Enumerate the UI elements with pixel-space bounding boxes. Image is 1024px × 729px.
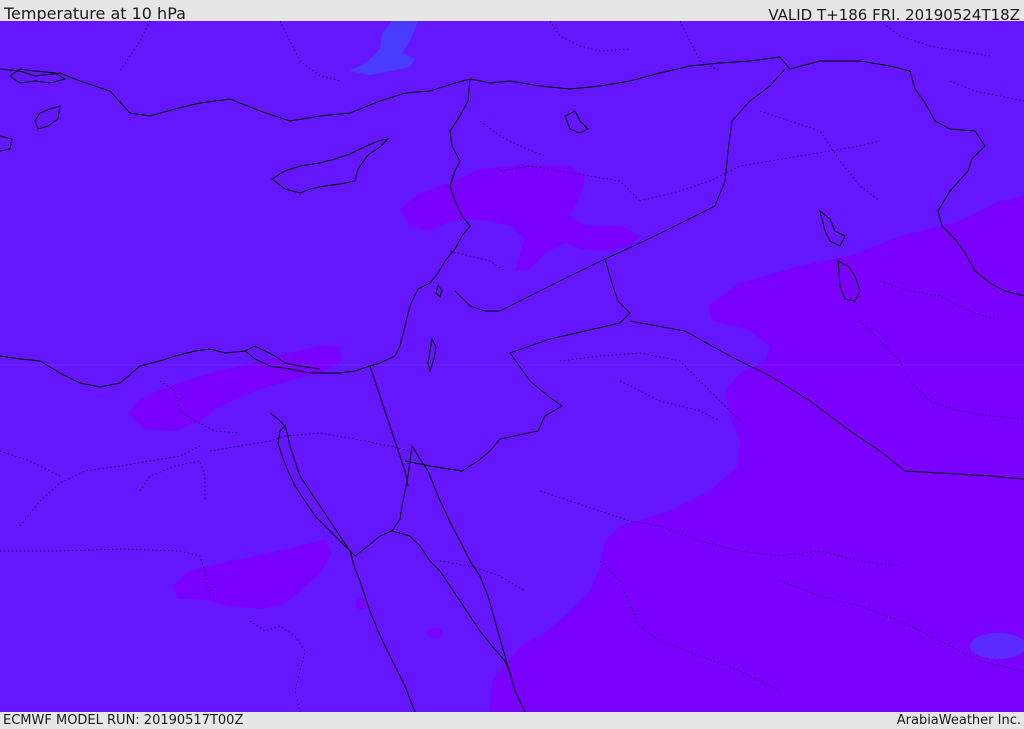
- header-bar: Temperature at 10 hPa VALID T+186 FRI. 2…: [0, 0, 1024, 24]
- cool-field-east: [970, 633, 1024, 659]
- warm-field-spot: [427, 628, 443, 638]
- temperature-map: [0, 21, 1024, 712]
- footer-bar: ECMWF MODEL RUN: 20190517T00Z ArabiaWeat…: [0, 712, 1024, 729]
- map-area[interactable]: [0, 21, 1024, 712]
- model-run-label: ECMWF MODEL RUN: 20190517T00Z: [3, 713, 244, 728]
- credit-label: ArabiaWeather Inc.: [896, 713, 1021, 728]
